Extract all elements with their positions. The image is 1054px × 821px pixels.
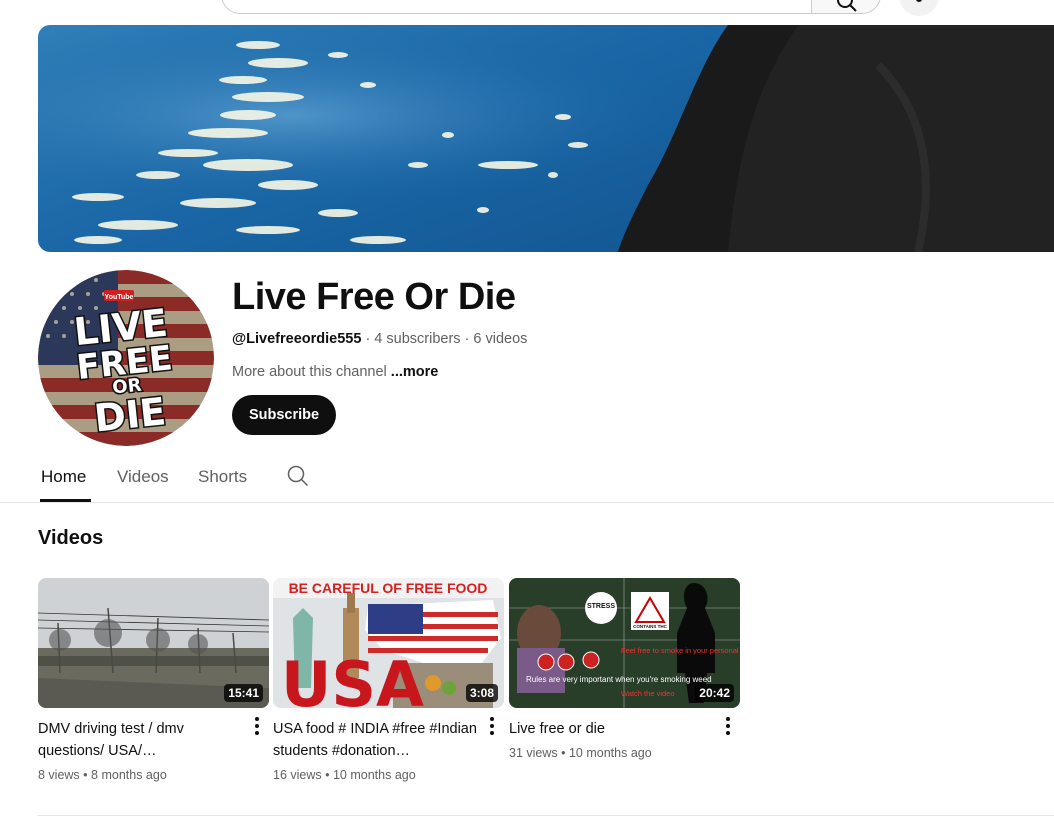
thumb-white-text: Rules are very important when you're smo… xyxy=(526,675,712,684)
video-card[interactable]: BE CAREFUL OF FREE FOOD USA 3:08 USA foo… xyxy=(273,578,504,782)
video-title[interactable]: USA food # INDIA #free #Indian students … xyxy=(273,718,478,762)
video-age: 10 months ago xyxy=(568,746,652,760)
subscriber-count: 4 subscribers xyxy=(374,331,461,347)
mic-icon xyxy=(916,0,922,2)
search-icon xyxy=(837,0,857,12)
about-channel-link[interactable]: More about this channel ...more xyxy=(232,364,438,380)
active-tab-indicator xyxy=(40,499,91,502)
thumb-headline: BE CAREFUL OF FREE FOOD xyxy=(289,580,488,596)
video-menu-button[interactable] xyxy=(722,716,734,736)
meta-separator: · xyxy=(365,331,375,347)
avatar-text-line4: DIE xyxy=(92,389,168,440)
video-meta: 16 views • 10 months ago xyxy=(273,768,504,782)
more-link[interactable]: ...more xyxy=(391,364,439,380)
tab-search-button[interactable] xyxy=(287,465,309,492)
video-duration: 20:42 xyxy=(695,684,734,702)
more-vert-icon xyxy=(255,717,259,735)
channel-handle[interactable]: @Livefreeordie555 xyxy=(232,331,361,347)
video-thumbnail[interactable]: 15:41 xyxy=(38,578,269,708)
more-vert-icon xyxy=(726,717,730,735)
search-input[interactable] xyxy=(221,0,811,14)
channel-banner xyxy=(38,25,1054,252)
section-divider xyxy=(38,815,1054,816)
thumb-red-text: Feel free to smoke in your personal life xyxy=(621,646,740,655)
tab-home[interactable]: Home xyxy=(41,467,86,487)
video-views: 16 views xyxy=(273,768,322,782)
video-views: 31 views xyxy=(509,746,558,760)
video-age: 8 months ago xyxy=(91,768,167,782)
avatar-youtube-text: YouTube xyxy=(105,294,134,301)
video-meta: 31 views • 10 months ago xyxy=(509,746,740,760)
tab-videos[interactable]: Videos xyxy=(117,467,169,487)
video-duration: 15:41 xyxy=(224,684,263,702)
channel-avatar[interactable]: YouTube LIVE FREE OR DIE xyxy=(38,270,214,446)
meta-separator: • xyxy=(325,768,333,782)
subscribe-button[interactable]: Subscribe xyxy=(232,395,336,435)
video-title[interactable]: DMV driving test / dmv questions/ USA/… xyxy=(38,718,243,762)
video-meta: 8 views • 8 months ago xyxy=(38,768,269,782)
video-card[interactable]: STRESS CONTAINS THC Feel free to smoke i… xyxy=(509,578,740,760)
channel-meta: @Livefreeordie555 · 4 subscribers · 6 vi… xyxy=(232,331,527,347)
thumb-thc-text: CONTAINS THC xyxy=(633,624,667,629)
meta-separator: • xyxy=(561,746,569,760)
video-count: 6 videos xyxy=(473,331,528,347)
about-text: More about this channel xyxy=(232,364,387,380)
video-duration: 3:08 xyxy=(465,684,498,702)
video-card[interactable]: 15:41 DMV driving test / dmv questions/ … xyxy=(38,578,269,782)
video-menu-button[interactable] xyxy=(486,716,498,736)
channel-tabs: Home Videos Shorts xyxy=(0,455,1054,503)
voice-search-button[interactable] xyxy=(899,0,939,16)
video-views: 8 views xyxy=(38,768,80,782)
video-title[interactable]: Live free or die xyxy=(509,718,714,740)
video-menu-button[interactable] xyxy=(251,716,263,736)
thumb-big-text: USA xyxy=(281,648,424,708)
thumb-stress-text: STRESS xyxy=(587,603,615,610)
channel-title: Live Free Or Die xyxy=(232,276,516,318)
thumb-watch-text: Watch the video xyxy=(621,689,675,698)
video-thumbnail[interactable]: BE CAREFUL OF FREE FOOD USA 3:08 xyxy=(273,578,504,708)
meta-separator: • xyxy=(83,768,92,782)
section-title-videos: Videos xyxy=(38,527,104,549)
tab-shorts[interactable]: Shorts xyxy=(198,467,247,487)
tab-search-icon xyxy=(287,465,309,487)
search-button[interactable] xyxy=(811,0,881,14)
more-vert-icon xyxy=(490,717,494,735)
video-thumbnail[interactable]: STRESS CONTAINS THC Feel free to smoke i… xyxy=(509,578,740,708)
video-age: 10 months ago xyxy=(332,768,416,782)
